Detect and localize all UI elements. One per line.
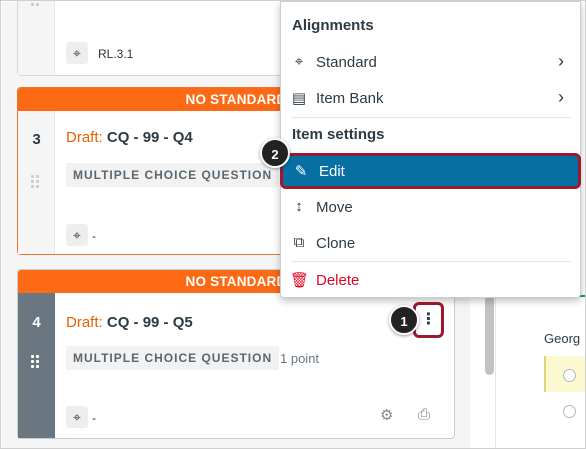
item-settings-header: Item settings: [292, 126, 385, 143]
chevron-right-icon: ›: [558, 51, 564, 71]
menu-item-label: Delete: [316, 272, 360, 289]
tag-icon[interactable]: ⌖: [66, 406, 88, 428]
drag-gutter[interactable]: 4: [18, 293, 55, 438]
menu-divider: [291, 117, 571, 118]
chevron-right-icon: ›: [558, 87, 564, 107]
item-bank-icon: ▤: [291, 90, 307, 107]
radio-option[interactable]: [563, 405, 576, 418]
step-marker-1: 1: [389, 305, 419, 335]
pencil-icon: ✎: [294, 163, 308, 180]
question-title[interactable]: Draft: CQ - 99 - Q4: [66, 129, 193, 146]
question-points: 1 point: [280, 351, 320, 366]
question-type-pill: MULTIPLE CHOICE QUESTION: [66, 163, 280, 187]
radio-option[interactable]: [563, 369, 576, 382]
menu-item-delete[interactable]: 🗑 Delete: [281, 262, 580, 298]
standard-tag-label: RL.3.1: [98, 47, 134, 61]
tag-icon: ⌖: [294, 53, 304, 70]
question-number: 3: [32, 131, 41, 148]
quiz-builder: ⌖ RL.3.1 NO STANDARD 3 Draft: CQ - 99 - …: [0, 0, 586, 449]
alignments-header: Alignments: [292, 17, 374, 34]
tag-icon[interactable]: ⌖: [66, 42, 88, 64]
question-name: CQ - 99 - Q4: [106, 129, 193, 146]
menu-item-label: Standard: [316, 54, 377, 71]
menu-item-move[interactable]: ↕ Move: [281, 189, 580, 225]
menu-item-label: Edit: [319, 163, 345, 180]
menu-item-item-bank[interactable]: ▤ Item Bank ›: [281, 80, 580, 116]
drag-handle-icon[interactable]: [31, 175, 41, 190]
drag-gutter[interactable]: [18, 1, 55, 75]
draft-label: Draft:: [66, 129, 103, 146]
trash-icon: 🗑: [290, 272, 310, 289]
print-icon[interactable]: ⎙: [418, 406, 430, 423]
side-panel-text: Georg: [544, 331, 581, 346]
clone-icon: ⧉: [293, 234, 305, 251]
question-number: 4: [32, 314, 41, 331]
menu-item-standard[interactable]: ⌖ Standard ›: [281, 44, 580, 80]
draft-label: Draft:: [66, 314, 103, 331]
standard-tag-label: -: [92, 411, 96, 425]
tag-icon[interactable]: ⌖: [66, 224, 88, 246]
step-marker-2: 2: [260, 138, 290, 168]
move-icon: ↕: [295, 198, 303, 215]
question-type-pill: MULTIPLE CHOICE QUESTION: [66, 346, 280, 370]
menu-item-label: Clone: [316, 235, 356, 252]
menu-item-clone[interactable]: ⧉ Clone: [281, 225, 580, 261]
question-options-menu: Alignments ⌖ Standard › ▤ Item Bank › It…: [280, 1, 581, 298]
standard-tag-label: -: [92, 229, 96, 243]
drag-gutter[interactable]: 3: [18, 111, 55, 254]
drag-handle-icon[interactable]: [31, 1, 41, 8]
question-name: CQ - 99 - Q5: [106, 314, 193, 331]
menu-item-edit[interactable]: ✎ Edit: [280, 153, 581, 189]
rubric-icon[interactable]: ⚙: [380, 406, 393, 424]
drag-handle-icon[interactable]: [31, 355, 41, 370]
menu-item-label: Move: [316, 199, 353, 216]
menu-item-label: Item Bank: [316, 90, 384, 107]
scrollbar[interactable]: [485, 295, 494, 375]
question-title[interactable]: Draft: CQ - 99 - Q5: [66, 314, 193, 331]
